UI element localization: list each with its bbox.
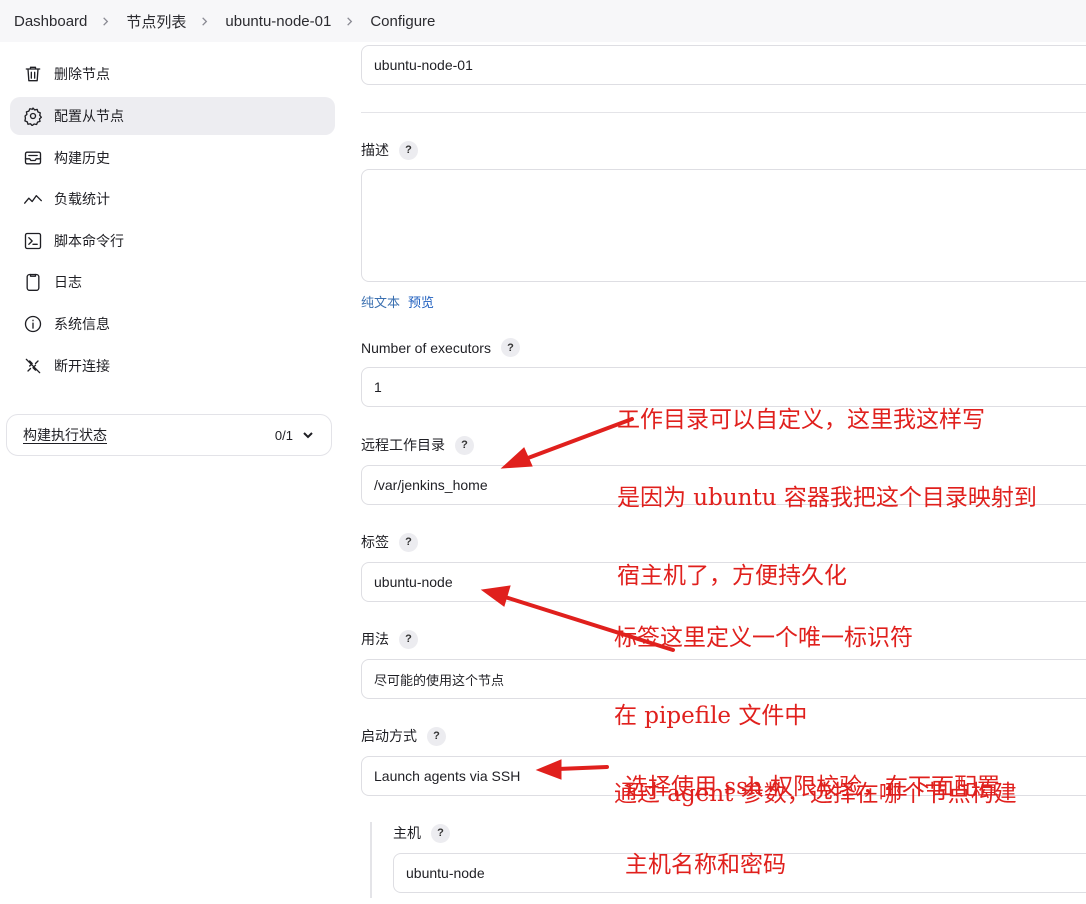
- sidebar-item-label: 脚本命令行: [54, 233, 124, 249]
- usage-label: 用法 ?: [361, 629, 418, 649]
- annotation-line: 是因为 ubuntu 容器我把这个目录映射到: [617, 485, 1037, 511]
- arrow-workdir: [518, 417, 634, 463]
- host-label-text: 主机: [393, 825, 421, 841]
- executor-status-title[interactable]: 构建执行状态: [23, 425, 107, 445]
- description-textarea[interactable]: [361, 169, 1086, 282]
- info-icon: [22, 313, 44, 335]
- description-label-text: 描述: [361, 142, 389, 158]
- help-icon[interactable]: ?: [427, 726, 446, 746]
- description-label: 描述 ?: [361, 140, 418, 160]
- sidebar-item-label: 配置从节点: [54, 108, 124, 124]
- text-mode-links: 纯文本 预览: [361, 292, 434, 311]
- chevron-right-icon: [100, 16, 111, 27]
- help-icon[interactable]: ?: [399, 140, 418, 160]
- nested-section-bar: [370, 822, 372, 898]
- sidebar-item-label: 系统信息: [54, 316, 110, 332]
- sidebar-item-configure[interactable]: 配置从节点: [10, 97, 335, 135]
- launch-method-label-text: 启动方式: [361, 728, 417, 744]
- launch-method-value: Launch agents via SSH: [374, 768, 521, 784]
- sidebar-item-label: 构建历史: [54, 150, 110, 166]
- chart-line-icon: [22, 188, 44, 210]
- host-value: ubuntu-node: [406, 865, 485, 881]
- executor-status-panel[interactable]: 构建执行状态 0/1: [6, 414, 332, 456]
- sidebar-item-log[interactable]: 日志: [10, 263, 335, 301]
- preview-link[interactable]: 预览: [408, 292, 434, 311]
- terminal-icon: [22, 230, 44, 252]
- sidebar-item-script-console[interactable]: 脚本命令行: [10, 222, 335, 260]
- node-name-value: ubuntu-node-01: [374, 57, 473, 73]
- sidebar-item-label: 删除节点: [54, 66, 110, 82]
- labels-label: 标签 ?: [361, 532, 418, 552]
- usage-label-text: 用法: [361, 631, 389, 647]
- plain-text-link[interactable]: 纯文本: [361, 292, 400, 311]
- help-icon[interactable]: ?: [500, 338, 520, 357]
- chevron-right-icon: [344, 16, 355, 27]
- disconnect-icon: [22, 355, 44, 377]
- executors-value: 1: [374, 379, 382, 395]
- chevron-right-icon: [199, 16, 210, 27]
- annotation-line: 主机名称和密码: [625, 852, 786, 878]
- executors-label-text: Number of executors: [361, 339, 491, 356]
- annotation-line: 选择使用 ssh 权限校验，在下面配置: [625, 774, 1001, 800]
- remote-dir-label: 远程工作目录 ?: [361, 435, 474, 455]
- remote-dir-value: /var/jenkins_home: [374, 477, 488, 493]
- launch-method-label: 启动方式 ?: [361, 726, 446, 746]
- help-icon[interactable]: ?: [455, 435, 474, 455]
- gear-icon: [22, 105, 44, 127]
- inbox-icon: [22, 147, 44, 169]
- annotation-line: 工作目录可以自定义，这里我这样写: [617, 407, 985, 433]
- executor-count: 0/1: [274, 427, 293, 443]
- trash-icon: [22, 63, 44, 85]
- labels-label-text: 标签: [361, 534, 389, 550]
- sidebar-item-label: 负载统计: [54, 191, 110, 207]
- sidebar-item-delete-node[interactable]: 删除节点: [10, 55, 335, 93]
- clipboard-icon: [22, 271, 44, 293]
- sidebar-item-label: 日志: [54, 274, 82, 290]
- help-icon[interactable]: ?: [399, 532, 418, 552]
- breadcrumb-node[interactable]: ubuntu-node-01: [225, 13, 331, 30]
- executors-label: Number of executors ?: [361, 338, 520, 357]
- sidebar-item-system-info[interactable]: 系统信息: [10, 305, 335, 343]
- labels-value: ubuntu-node: [374, 574, 453, 590]
- annotation-line: 标签这里定义一个唯一标识符: [614, 625, 913, 651]
- remote-dir-label-text: 远程工作目录: [361, 437, 445, 453]
- breadcrumb-configure[interactable]: Configure: [370, 13, 435, 30]
- help-icon[interactable]: ?: [399, 629, 418, 649]
- help-icon[interactable]: ?: [431, 823, 450, 843]
- divider: [361, 112, 1086, 113]
- sidebar-item-load-stats[interactable]: 负载统计: [10, 180, 335, 218]
- breadcrumb-node-list[interactable]: 节点列表: [126, 11, 186, 32]
- sidebar-item-disconnect[interactable]: 断开连接: [10, 347, 335, 385]
- breadcrumb: Dashboard 节点列表 ubuntu-node-01 Configure: [0, 0, 1086, 42]
- chevron-down-icon: [301, 428, 315, 442]
- host-label: 主机 ?: [393, 823, 450, 843]
- annotation-launch: 选择使用 ssh 权限校验，在下面配置 主机名称和密码: [625, 722, 1000, 904]
- sidebar-item-label: 断开连接: [54, 358, 110, 374]
- node-name-input[interactable]: ubuntu-node-01: [361, 45, 1086, 85]
- usage-value: 尽可能的使用这个节点: [374, 672, 505, 688]
- breadcrumb-dashboard[interactable]: Dashboard: [14, 13, 87, 30]
- sidebar-item-build-history[interactable]: 构建历史: [10, 139, 335, 177]
